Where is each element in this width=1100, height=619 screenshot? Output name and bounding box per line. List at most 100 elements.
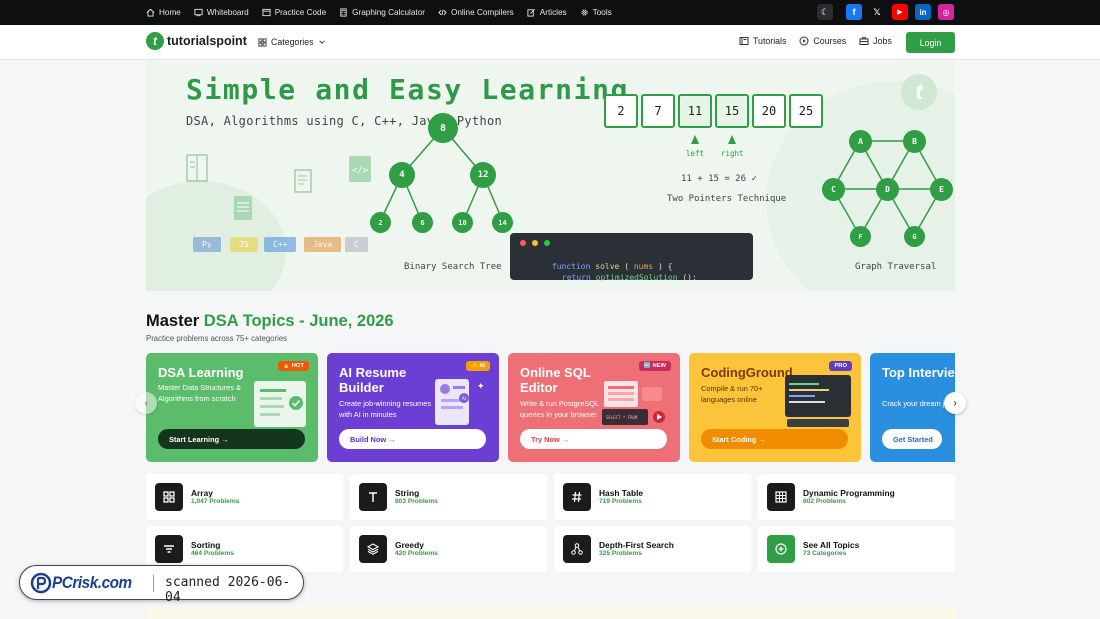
topic-name: Greedy [395, 540, 424, 550]
calculator-icon [340, 8, 347, 17]
bst-node: 10 [452, 212, 473, 233]
topic-card-hash-table[interactable]: Hash Table 719 Problems [554, 474, 751, 520]
topic-name: Hash Table [599, 488, 644, 498]
watermark-brand: PCrisk.com [52, 573, 141, 593]
topnav-whiteboard[interactable]: Whiteboard [194, 8, 249, 17]
graph-node: F [850, 226, 871, 247]
card-cta-button[interactable]: Start Coding → [701, 429, 848, 449]
card-badge: ✨ AI [465, 361, 490, 371]
section-title-green: DSA Topics - June, 2026 [203, 312, 394, 330]
categories-dropdown[interactable]: Categories [258, 37, 326, 47]
array-cell: 2 [604, 94, 638, 128]
topnav-practice-code[interactable]: Practice Code [262, 8, 326, 17]
header-link-jobs[interactable]: Jobs [859, 36, 892, 46]
topic-card-dfs[interactable]: Depth-First Search 325 Problems [554, 526, 751, 572]
left-pointer-label: left [686, 149, 705, 158]
topnav-articles[interactable]: Articles [527, 8, 567, 17]
topnav-practice-code-label: Practice Code [274, 8, 327, 17]
promo-card-interview[interactable]: Top Interview Questions Crack your dream… [870, 353, 955, 462]
carousel-prev-button[interactable]: ‹ [135, 392, 157, 414]
promo-card-dsa[interactable]: DSA Learning Master Data Structures & Al… [146, 353, 318, 462]
card-title: CodingGround [701, 365, 793, 380]
moon-icon: ☾ [820, 6, 830, 17]
topic-card-greedy[interactable]: Greedy 420 Problems [350, 526, 547, 572]
header-link-tutorials[interactable]: Tutorials [739, 36, 786, 46]
topic-name: Array [191, 488, 213, 498]
card-cta-button[interactable]: Try Now → [520, 429, 667, 449]
topic-name: Sorting [191, 540, 221, 550]
facebook-link[interactable]: f [846, 4, 862, 20]
header-link-courses[interactable]: Courses [799, 36, 846, 46]
topnav-tools[interactable]: Tools [580, 8, 612, 17]
card-badge: 🔥 HOT [277, 361, 309, 371]
topnav-graphing-calculator[interactable]: Graphing Calculator [339, 8, 425, 17]
topic-card-array[interactable]: Array 1,047 Problems [146, 474, 343, 520]
card-description: Create job-winning resumes with AI in mi… [339, 399, 432, 419]
graph-node: D [876, 178, 899, 201]
linkedin-icon: in [919, 7, 927, 17]
card-cta-button[interactable]: Build Now → [339, 429, 486, 449]
bst-node: 12 [470, 162, 496, 188]
youtube-link[interactable]: ▶ [892, 4, 908, 20]
card-description: Compile & run 70+ languages online [701, 384, 763, 404]
bst-node: 8 [428, 113, 458, 143]
dark-mode-toggle[interactable]: ☾ [817, 4, 833, 20]
topnav-articles-label: Articles [539, 8, 567, 17]
topic-count: 1,047 Problems [191, 498, 240, 505]
svg-text:AI: AI [462, 396, 466, 401]
promo-card-sql-editor[interactable]: Online SQL Editor Write & run PostgreSQL… [508, 353, 680, 462]
bst-caption: Binary Search Tree [404, 262, 502, 272]
topic-name: String [395, 488, 420, 498]
topnav-online-compilers[interactable]: Online Compilers [438, 8, 514, 17]
grid-icon [155, 483, 183, 511]
site-logo[interactable]: t tutorialspoint [146, 32, 247, 50]
login-button[interactable]: Login [906, 32, 955, 53]
right-pointer-label: right [721, 149, 744, 158]
scan-watermark: PCrisk.com scanned 2026-06-04 [19, 565, 304, 605]
card-title: Online SQL Editor [520, 365, 591, 395]
topic-card-string[interactable]: String 803 Problems [350, 474, 547, 520]
watermark-scanned: scanned 2026-06-04 [165, 575, 291, 605]
instagram-link[interactable]: ◎ [938, 4, 954, 20]
carousel-next-button[interactable]: › [944, 392, 966, 414]
watermark-divider [153, 575, 154, 592]
section-title: Master DSA Topics - June, 2026 [146, 312, 394, 331]
topic-name: See All Topics [803, 540, 860, 550]
topnav-whiteboard-label: Whiteboard [206, 8, 249, 17]
card-title: AI Resume Builder [339, 365, 407, 395]
x-link[interactable]: 𝕏 [869, 4, 885, 20]
chevron-right-icon: › [953, 397, 957, 409]
topic-count: 420 Problems [395, 550, 438, 557]
topnav-online-compilers-label: Online Compilers [450, 8, 514, 17]
topic-card-see-all[interactable]: See All Topics 73 Categories [758, 526, 955, 572]
watermark-brand-text: PCrisk.com [52, 573, 132, 592]
right-pointer-arrow-icon [728, 135, 736, 144]
database-illustration-icon: SELECT * FROM [602, 381, 665, 425]
topic-card-dynamic-programming[interactable]: Dynamic Programming 602 Problems [758, 474, 955, 520]
code-brackets-icon [438, 9, 447, 16]
topnav-home[interactable]: Home [146, 8, 181, 17]
array-cell: 7 [641, 94, 675, 128]
graph-node: A [849, 130, 872, 153]
instagram-icon: ◎ [942, 7, 950, 17]
promo-card-ai-resume[interactable]: AI Resume Builder Create job-winning res… [327, 353, 499, 462]
book-icon [739, 37, 749, 45]
promo-carousel: DSA Learning Master Data Structures & Al… [146, 353, 955, 462]
top-nav: Home Whiteboard Practice Code Graphing C… [146, 0, 612, 25]
top-bar: Home Whiteboard Practice Code Graphing C… [0, 0, 1100, 25]
svg-text:SELECT * FROM: SELECT * FROM [606, 415, 638, 420]
chevron-left-icon: ‹ [144, 397, 148, 409]
promo-card-codingground[interactable]: CodingGround Compile & run 70+ languages… [689, 353, 861, 462]
table-icon [767, 483, 795, 511]
chevron-down-icon [318, 40, 325, 44]
card-cta-button[interactable]: Get Started [882, 429, 942, 449]
main-header: t tutorialspoint Categories Tutorials Co… [0, 25, 1100, 60]
array-cell: 20 [752, 94, 786, 128]
window-dot-yellow-icon [532, 240, 538, 246]
svg-text:✦: ✦ [477, 381, 485, 391]
linkedin-link[interactable]: in [915, 4, 931, 20]
topnav-home-label: Home [159, 8, 181, 17]
card-cta-button[interactable]: Start Learning → [158, 429, 305, 449]
topic-count: 803 Problems [395, 498, 438, 505]
topnav-graphing-calculator-label: Graphing Calculator [352, 8, 425, 17]
